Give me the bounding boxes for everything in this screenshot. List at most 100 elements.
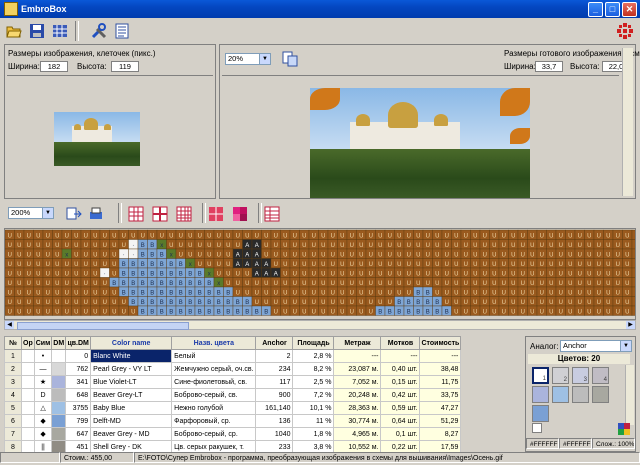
scroll-thumb[interactable] (17, 322, 189, 330)
pattern-horizontal-scrollbar[interactable]: ◀ ▶ (4, 320, 636, 330)
result-width-field[interactable]: 33,7 (535, 61, 563, 72)
pattern-grid-canvas[interactable]: UUUUUUUUUUUUUUUUUUUUUUUUUUUUUUUUUUUUUUUU… (5, 229, 636, 320)
table-row[interactable]: 6 ◆ 799 Delft-MD Фарфоровый, ср. 136 11 % 30,77… (4, 414, 462, 428)
maximize-button[interactable]: □ (605, 2, 620, 17)
pattern-cell-symbol: U (473, 253, 477, 259)
color-swatch[interactable] (572, 386, 589, 403)
header-symbol[interactable]: Сим (33, 336, 53, 350)
pattern-cell-symbol: x (208, 272, 211, 278)
pattern-cell-symbol: U (264, 253, 268, 259)
grid-pattern-icon[interactable] (128, 206, 144, 222)
table-row[interactable]: 4 D 648 Beaver Grey-LT Боброво-серый, св. 900… (4, 388, 462, 402)
row-area: 8,2 % (292, 362, 335, 376)
pattern-cell-symbol: U (435, 243, 439, 249)
color-swatch[interactable]: 2 (552, 367, 569, 384)
pattern-cell-symbol: B (397, 310, 401, 316)
print-icon[interactable] (88, 206, 104, 222)
convert-icon[interactable] (282, 51, 298, 67)
row-area: 10,1 % (292, 401, 335, 415)
pattern-cell-symbol: U (587, 272, 591, 278)
scroll-right-icon[interactable]: ▶ (626, 321, 635, 329)
pattern-cell-symbol: U (464, 262, 468, 268)
pattern-cell-symbol: U (407, 243, 411, 249)
pattern-cell-symbol: A (236, 253, 240, 259)
pattern-grid[interactable]: UUUUUUUUUUUUUUUUUUUUUUUUUUUUUUUUUUUUUUUU… (4, 228, 636, 320)
pattern-cell-symbol: U (521, 243, 525, 249)
table-row[interactable]: 3 ★ 341 Blue Violet-LT Сине-фиолетовый, св. 1… (4, 375, 462, 389)
symbols-icon[interactable] (208, 206, 224, 222)
pattern-cell-symbol: U (217, 272, 221, 278)
pattern-cell-symbol: U (597, 234, 601, 240)
row-op (21, 401, 35, 415)
color-swatch[interactable] (552, 386, 569, 403)
convert-pattern-icon[interactable] (66, 206, 82, 222)
table-row[interactable]: 7 ◆ 647 Beaver Grey - MD Боброво-серый, ср. 1… (4, 427, 462, 441)
status-path: E:\FOTO\Супер Embrobox - программа, прео… (134, 452, 640, 463)
pattern-cell-symbol: U (388, 291, 392, 297)
pattern-cell-symbol: U (65, 310, 69, 316)
row-area: 1,8 % (292, 427, 335, 441)
save-icon[interactable] (28, 22, 46, 40)
header-cost[interactable]: Стоимость (419, 336, 462, 350)
pattern-cell-symbol: U (416, 253, 420, 259)
source-height-field[interactable]: 119 (111, 61, 139, 72)
header-color-name[interactable]: Color name (90, 336, 173, 350)
header-area[interactable]: Площадь (292, 336, 335, 350)
pattern-cell-symbol: U (226, 234, 230, 240)
analog-select[interactable]: Anchor ▼ (560, 340, 632, 352)
swatch-scrollbar[interactable] (625, 365, 634, 425)
palette-icon[interactable] (618, 423, 630, 435)
source-image (54, 112, 140, 166)
result-vertical-scrollbar[interactable] (622, 48, 633, 196)
pattern-cell-symbol: U (321, 272, 325, 278)
grid-fine-icon[interactable] (176, 206, 192, 222)
color-swatch[interactable] (532, 386, 549, 403)
header-dm-color[interactable]: цв.DM (65, 336, 92, 350)
header-color-name-ru[interactable]: Назв. цвета (171, 336, 257, 350)
row-length: --- (333, 349, 382, 363)
pattern-cell-symbol: U (36, 300, 40, 306)
color-swatch[interactable] (532, 405, 549, 422)
pattern-cell-symbol: B (245, 310, 249, 316)
pattern-cell-symbol: U (559, 291, 563, 297)
grid-view-icon[interactable] (51, 22, 69, 40)
pattern-cell-symbol: B (255, 310, 259, 316)
header-op[interactable]: Op (21, 336, 35, 350)
header-anchor[interactable]: Anchor (255, 336, 294, 350)
header-skeins[interactable]: Мотков (380, 336, 421, 350)
colors-icon[interactable] (232, 206, 248, 222)
pattern-cell-symbol: U (302, 234, 306, 240)
pattern-cell-symbol: B (160, 291, 164, 297)
minimize-button[interactable]: _ (588, 2, 603, 17)
logo-icon[interactable] (616, 22, 634, 40)
color-swatch[interactable]: 3 (572, 367, 589, 384)
header-number[interactable]: № (4, 336, 22, 350)
grid-cross-icon[interactable] (152, 206, 168, 222)
header-length[interactable]: Метраж (333, 336, 382, 350)
close-button[interactable]: ✕ (622, 2, 637, 17)
pattern-cell-symbol: · (132, 253, 134, 259)
table-row[interactable]: 2 — 762 Pearl Grey - VY LT Жемчужно серый, о… (4, 362, 462, 376)
scroll-left-icon[interactable]: ◀ (5, 321, 14, 329)
result-zoom-select[interactable]: 20% ▼ (225, 53, 271, 65)
color-swatch[interactable]: 1 (532, 367, 549, 384)
pattern-zoom-select[interactable]: 200% ▼ (8, 207, 54, 219)
pattern-cell-symbol: · (123, 253, 125, 259)
pattern-cell-symbol: U (84, 272, 88, 278)
table-view-icon[interactable] (264, 206, 280, 222)
tools-icon[interactable] (90, 22, 108, 40)
pattern-cell-symbol: U (217, 234, 221, 240)
table-row[interactable]: 1 • 0 Blanc White Белый 2 2,8 % --- --- --- (4, 349, 462, 363)
row-dm-swatch (51, 414, 67, 428)
header-dm[interactable]: DM (51, 336, 67, 350)
source-width-field[interactable]: 182 (40, 61, 68, 72)
color-swatch[interactable] (592, 386, 609, 403)
table-row[interactable]: 5 △ 3755 Baby Blue Нежно голубой 161,140 10,1 … (4, 401, 462, 415)
color-swatch[interactable]: 4 (592, 367, 609, 384)
pattern-cell-symbol: U (188, 243, 192, 249)
pattern-cell-symbol: U (378, 253, 382, 259)
pattern-cell-symbol: U (473, 243, 477, 249)
list-icon[interactable] (113, 22, 131, 40)
open-folder-icon[interactable] (5, 22, 23, 40)
pattern-cell-symbol: U (350, 234, 354, 240)
